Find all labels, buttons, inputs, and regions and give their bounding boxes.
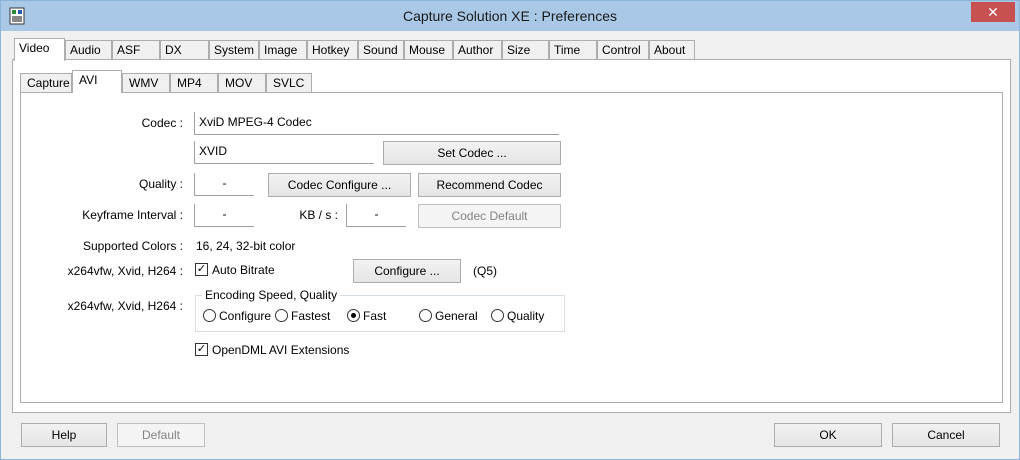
tab-about[interactable]: About — [649, 40, 695, 60]
tab-audio[interactable]: Audio — [65, 40, 112, 60]
subtab-avi[interactable]: AVI — [72, 70, 122, 93]
tab-hotkey[interactable]: Hotkey — [307, 40, 358, 60]
radio-quality[interactable] — [491, 309, 504, 322]
tab-size[interactable]: Size — [502, 40, 549, 60]
close-icon[interactable]: ✕ — [971, 2, 1015, 22]
subtab-mp4[interactable]: MP4 — [170, 73, 218, 93]
tab-mouse[interactable]: Mouse — [404, 40, 453, 60]
recommend-codec-button[interactable]: Recommend Codec — [418, 173, 561, 197]
subtab-mov[interactable]: MOV — [218, 73, 266, 93]
q5-text: (Q5) — [473, 264, 497, 278]
x264-label-bitrate: x264vfw, Xvid, H264 : — [67, 264, 183, 278]
subtab-capture[interactable]: Capture — [20, 73, 72, 93]
subtab-wmv[interactable]: WMV — [122, 73, 170, 93]
ok-button[interactable]: OK — [774, 423, 882, 447]
tab-image[interactable]: Image — [259, 40, 307, 60]
codec-default-button[interactable]: Codec Default — [418, 204, 561, 228]
set-codec-button[interactable]: Set Codec ... — [383, 141, 561, 165]
opendml-label[interactable]: OpenDML AVI Extensions — [212, 343, 349, 357]
cancel-button[interactable]: Cancel — [892, 423, 1000, 447]
radio-general[interactable] — [419, 309, 432, 322]
window-title: Capture Solution XE : Preferences — [402, 8, 617, 24]
tab-control[interactable]: Control — [597, 40, 649, 60]
radio-fastest[interactable] — [275, 309, 288, 322]
codec-name-field[interactable]: XviD MPEG-4 Codec — [194, 112, 559, 135]
radio-fast[interactable] — [347, 309, 360, 322]
title-bar[interactable]: Capture Solution XE : Preferences ✕ — [1, 1, 1019, 31]
quality-label: Quality : — [138, 177, 183, 191]
auto-bitrate-label[interactable]: Auto Bitrate — [212, 263, 275, 277]
tab-video[interactable]: Video — [14, 38, 65, 61]
tab-dx[interactable]: DX — [160, 40, 209, 60]
radio-configure-label[interactable]: Configure — [219, 309, 271, 323]
encoding-group-title: Encoding Speed, Quality — [202, 288, 341, 302]
codec-label: Codec : — [141, 116, 183, 130]
radio-fastest-label[interactable]: Fastest — [291, 309, 330, 323]
quality-field[interactable]: - — [194, 173, 254, 196]
x264-label-encoding: x264vfw, Xvid, H264 : — [67, 299, 183, 313]
supported-colors-label: Supported Colors : — [82, 239, 183, 253]
help-button[interactable]: Help — [21, 423, 107, 447]
fourcc-field[interactable]: XVID — [194, 141, 374, 164]
codec-configure-button[interactable]: Codec Configure ... — [268, 173, 411, 197]
tab-author[interactable]: Author — [453, 40, 502, 60]
tab-system[interactable]: System — [209, 40, 259, 60]
subtab-svlc[interactable]: SVLC — [266, 73, 312, 93]
radio-configure[interactable] — [203, 309, 216, 322]
tab-time[interactable]: Time — [549, 40, 597, 60]
supported-colors-value: 16, 24, 32-bit color — [196, 239, 296, 253]
radio-general-label[interactable]: General — [435, 309, 478, 323]
tab-sound[interactable]: Sound — [358, 40, 404, 60]
configure-button[interactable]: Configure ... — [353, 259, 461, 283]
keyframe-interval-field[interactable]: - — [194, 204, 254, 227]
auto-bitrate-checkbox[interactable]: ✓ — [195, 263, 208, 276]
tab-asf[interactable]: ASF — [112, 40, 160, 60]
keyframe-interval-label: Keyframe Interval : — [82, 208, 183, 222]
kbs-field[interactable]: - — [346, 204, 406, 227]
preferences-window: Capture Solution XE : Preferences ✕ Vide… — [0, 0, 1020, 460]
default-button[interactable]: Default — [117, 423, 205, 447]
radio-fast-label[interactable]: Fast — [363, 309, 386, 323]
kbs-label: KB / s : — [299, 208, 338, 222]
radio-quality-label[interactable]: Quality — [507, 309, 544, 323]
opendml-checkbox[interactable]: ✓ — [195, 343, 208, 356]
